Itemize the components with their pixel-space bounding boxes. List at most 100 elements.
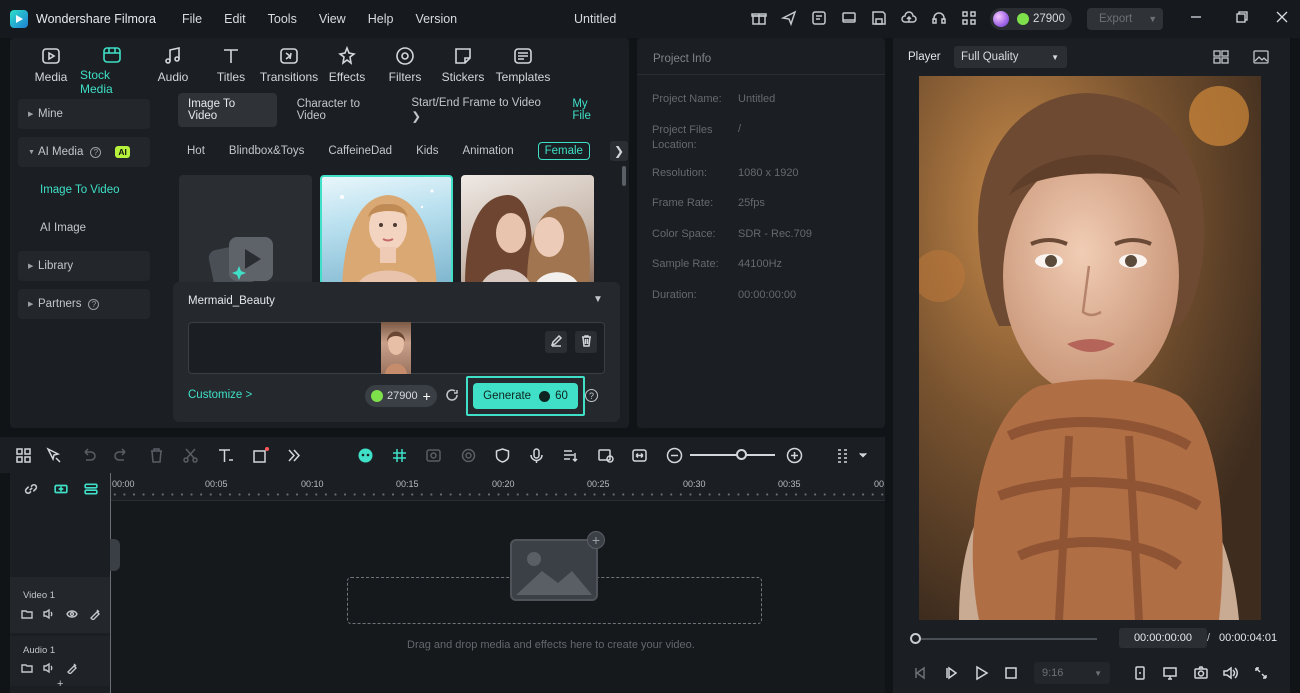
sidebar-item-ai-media[interactable]: ▼ AI Media ? AI	[18, 137, 150, 167]
lock-edit-icon[interactable]	[89, 608, 102, 621]
replace-media-icon[interactable]	[596, 446, 614, 464]
video-preview[interactable]	[919, 76, 1261, 620]
tab-effects[interactable]: Effects	[318, 38, 376, 90]
audio-mix-icon[interactable]	[561, 446, 579, 464]
refresh-icon[interactable]	[445, 388, 459, 405]
generate-credits-pill[interactable]: 27900 +	[365, 385, 437, 407]
tab-audio[interactable]: Audio	[144, 38, 202, 90]
template-thumbnail-mermaid-beauty[interactable]	[320, 175, 453, 285]
zoom-in-icon[interactable]	[785, 446, 803, 464]
previous-frame-icon[interactable]	[911, 664, 929, 682]
fit-width-icon[interactable]	[630, 446, 648, 464]
speaker-icon[interactable]	[43, 608, 56, 621]
chevron-right-icon[interactable]: ❯	[610, 141, 628, 161]
save-icon[interactable]	[870, 9, 888, 27]
menu-tools[interactable]: Tools	[268, 12, 297, 26]
gift-icon[interactable]	[750, 9, 768, 27]
menu-edit[interactable]: Edit	[224, 12, 246, 26]
add-track-button[interactable]: +	[57, 678, 63, 690]
more-tools-icon[interactable]	[284, 446, 302, 464]
edit-button[interactable]	[545, 331, 567, 353]
shield-mask-icon[interactable]	[493, 446, 511, 464]
add-media-icon[interactable]: +	[587, 531, 605, 549]
playhead-handle[interactable]	[110, 539, 120, 571]
tab-my-file[interactable]: My File	[572, 98, 609, 122]
undo-icon[interactable]	[79, 446, 97, 464]
tab-filters[interactable]: Filters	[376, 38, 434, 90]
help-icon[interactable]: ?	[88, 298, 100, 310]
zoom-slider-track[interactable]	[690, 454, 775, 456]
auto-ripple-icon[interactable]	[390, 446, 408, 464]
avatar[interactable]	[993, 11, 1009, 27]
sidebar-item-image-to-video[interactable]: Image To Video	[40, 184, 120, 196]
category-blindbox-toys[interactable]: Blindbox&Toys	[229, 145, 304, 157]
help-icon[interactable]: ?	[585, 389, 598, 402]
layout-icon[interactable]	[14, 446, 32, 464]
stop-icon[interactable]	[1002, 664, 1020, 682]
tab-stock-media[interactable]: Stock Media	[80, 38, 144, 96]
display-icon[interactable]	[1161, 664, 1179, 682]
redo-icon[interactable]	[112, 446, 130, 464]
generate-button[interactable]: Generate 60	[473, 383, 578, 409]
tab-start-end-frame[interactable]: Start/End Frame to Video ❯	[411, 97, 552, 123]
category-female[interactable]: Female	[537, 142, 590, 160]
folder-icon[interactable]	[21, 608, 34, 621]
tab-templates[interactable]: Templates	[492, 38, 554, 90]
play-icon[interactable]	[972, 664, 990, 682]
menu-view[interactable]: View	[319, 12, 346, 26]
sidebar-item-partners[interactable]: ▶ Partners ?	[18, 289, 150, 319]
add-audio-track-icon[interactable]	[83, 482, 98, 495]
minimize-icon[interactable]	[1189, 10, 1205, 26]
category-hot[interactable]: Hot	[187, 145, 205, 157]
keyframe-icon[interactable]	[459, 446, 477, 464]
screen-record-icon[interactable]	[424, 446, 442, 464]
uploaded-portrait-thumbnail[interactable]	[381, 322, 411, 374]
scissors-icon[interactable]	[181, 446, 199, 464]
add-credits-icon[interactable]: +	[423, 388, 431, 404]
tab-image-to-video[interactable]: Image To Video	[178, 93, 277, 127]
customize-link[interactable]: Customize >	[188, 389, 252, 401]
grid-view-icon[interactable]	[1213, 50, 1229, 67]
category-caffeinedad[interactable]: CaffeineDad	[328, 145, 392, 157]
timeline-canvas[interactable]: 00:00 00:05 00:10 00:15 00:20 00:25 00:3…	[110, 473, 885, 693]
folder-icon[interactable]	[21, 662, 34, 675]
category-kids[interactable]: Kids	[416, 145, 438, 157]
menu-help[interactable]: Help	[368, 12, 394, 26]
template-thumbnail-kiss[interactable]	[461, 175, 594, 285]
mark-clip-icon[interactable]	[1131, 664, 1149, 682]
tab-titles[interactable]: Titles	[202, 38, 260, 90]
quality-select[interactable]: Full Quality ▼	[954, 46, 1067, 68]
zoom-slider-knob[interactable]	[736, 449, 747, 460]
playhead[interactable]	[110, 473, 111, 693]
crop-record-icon[interactable]	[251, 446, 269, 464]
scrollbar[interactable]	[622, 166, 626, 186]
screen-icon[interactable]	[840, 9, 858, 27]
aspect-ratio-select[interactable]: 9:16 ▼	[1034, 662, 1110, 684]
close-icon[interactable]	[1275, 10, 1291, 26]
current-time[interactable]: 00:00:00:00	[1119, 628, 1207, 648]
cloud-upload-icon[interactable]	[900, 9, 918, 27]
add-video-track-icon[interactable]	[53, 482, 68, 495]
microphone-icon[interactable]	[527, 446, 545, 464]
export-button[interactable]: Export ▼	[1087, 8, 1163, 30]
link-icon[interactable]	[24, 482, 38, 495]
track-options-icon[interactable]	[834, 446, 852, 464]
chevron-down-icon[interactable]: ▼	[593, 294, 603, 305]
speaker-icon[interactable]	[43, 662, 56, 675]
text-tool-icon[interactable]	[216, 446, 234, 464]
lock-edit-icon[interactable]	[66, 662, 79, 675]
ai-assistant-icon[interactable]	[356, 446, 374, 464]
delete-icon[interactable]	[147, 446, 165, 464]
select-pointer-icon[interactable]	[44, 446, 62, 464]
credits-pill[interactable]: 27900	[990, 8, 1072, 30]
step-forward-icon[interactable]	[942, 664, 960, 682]
volume-icon[interactable]	[1221, 664, 1239, 682]
tab-media[interactable]: Media	[22, 38, 80, 90]
tab-character-to-video[interactable]: Character to Video	[297, 98, 392, 122]
delete-button[interactable]	[575, 331, 597, 353]
snapshot-image-icon[interactable]	[1253, 50, 1269, 67]
sidebar-item-ai-image[interactable]: AI Image	[40, 222, 86, 234]
send-icon[interactable]	[780, 9, 798, 27]
playback-progress-track[interactable]	[917, 638, 1097, 640]
tab-stickers[interactable]: Stickers	[434, 38, 492, 90]
